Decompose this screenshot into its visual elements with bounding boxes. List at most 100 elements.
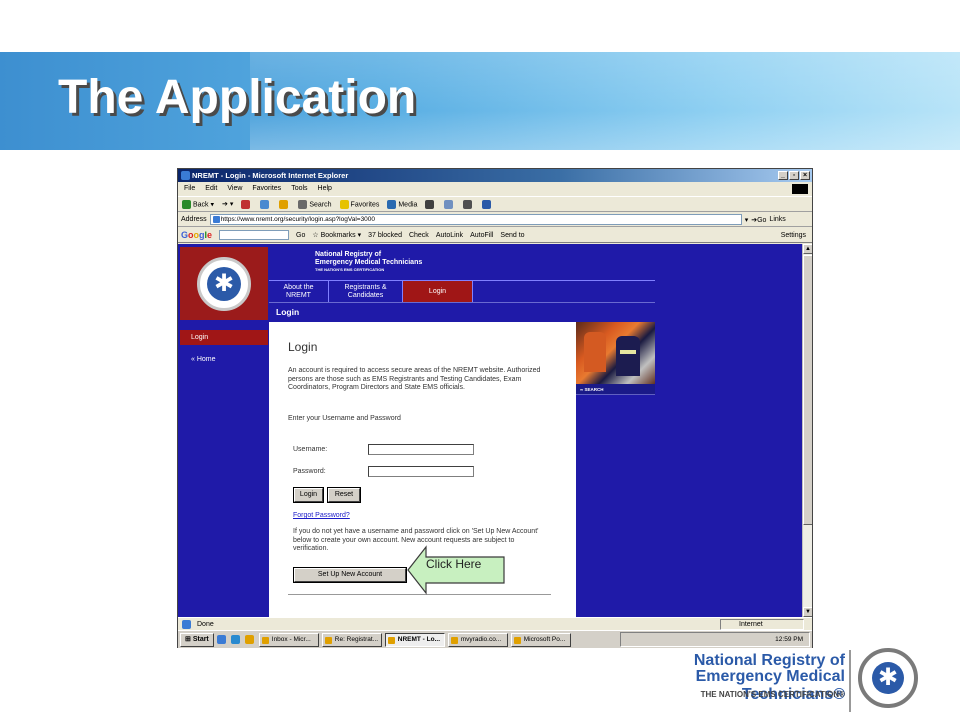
menu-help[interactable]: Help [318,183,332,195]
page-icon [182,619,191,629]
minimize-button[interactable]: _ [778,171,788,180]
click-here-callout: Click Here [407,543,509,602]
forward-button[interactable]: ➔ ▾ [222,200,233,208]
history-icon[interactable] [425,199,435,209]
taskbar-powerpoint[interactable]: Microsoft Po... [510,632,571,647]
brand-tagline: THE NATION'S EMS CERTIFICATION® [700,690,845,699]
callout-text: Click Here [426,557,482,571]
star-icon [339,199,349,209]
google-go-button[interactable]: Go [296,232,305,239]
standard-toolbar: Back ▾ ➔ ▾ Search Favorites Media [178,196,812,212]
back-arrow-icon [182,199,191,209]
favorites-button[interactable]: Favorites [339,199,379,209]
start-button[interactable]: ⊞ Start [180,632,214,647]
media-button[interactable]: Media [387,199,417,209]
site-header-tagline: THE NATION'S EMS CERTIFICATION [315,267,385,272]
security-zone: Internet [720,619,804,630]
google-search-input[interactable] [219,230,290,240]
quicklaunch-outlook-icon[interactable] [244,635,254,644]
site-nav: About the NREMT Registrants & Candidates L… [269,280,655,302]
password-input[interactable] [368,466,474,477]
links-button[interactable]: Links [769,216,785,223]
reset-button[interactable]: Reset [327,487,361,503]
menu-bar: File Edit View Favorites Tools Help [178,183,812,195]
edit-icon[interactable] [482,199,492,209]
nav-spacer [473,280,655,302]
username-label: Username: [293,446,328,453]
status-bar: Done Internet [178,617,812,630]
back-button[interactable]: Back ▾ [182,199,214,209]
scroll-down-icon[interactable]: ▼ [803,607,812,617]
address-input[interactable]: https://www.nremt.org/security/login.asp… [209,214,742,225]
print-icon[interactable] [463,199,473,209]
quicklaunch-desktop-icon[interactable] [216,635,226,644]
brand-divider [849,650,851,712]
window-title: NREMT - Login - Microsoft Internet Explo… [192,171,349,180]
address-label: Address [181,216,207,223]
nav-about[interactable]: About the NREMT [269,280,329,302]
leftnav-login[interactable]: Login [180,330,268,345]
site-header-name: National Registry of Emergency Medical T… [315,251,423,266]
menu-edit[interactable]: Edit [205,183,217,195]
username-input[interactable] [368,444,474,455]
close-button[interactable]: × [800,171,810,180]
taskbar-mvyradio[interactable]: mvyradio.co... [447,632,508,647]
scroll-up-icon[interactable]: ▲ [803,244,812,254]
address-dropdown-icon[interactable]: ▾ [745,216,749,224]
autofill-button[interactable]: AutoFill [470,232,493,239]
nremt-logo-panel: ✱ [180,247,268,320]
window-controls: _ ▫ × [778,171,810,180]
popup-blocker-button[interactable]: 37 blocked [368,232,402,239]
nav-registrants[interactable]: Registrants & Candidates [329,280,403,302]
stop-icon[interactable] [241,199,251,209]
system-tray: 12:59 PM [620,632,810,647]
menu-favorites[interactable]: Favorites [252,183,281,195]
search-icon [298,199,308,209]
taskbar-inbox[interactable]: Inbox - Micr... [258,632,319,647]
nremt-seal-logo: ✱ [197,256,251,311]
section-title-bar: Login [269,302,655,321]
windows-flag-icon [792,184,808,194]
setup-new-account-button[interactable]: Set Up New Account [293,567,407,583]
search-button[interactable]: Search [298,199,332,209]
site-header: National Registry of Emergency Medical T… [269,247,655,280]
google-bookmarks-button[interactable]: ☆ Bookmarks ▾ [312,231,361,239]
intro-text: An account is required to access secure … [288,367,541,391]
menu-view[interactable]: View [227,183,242,195]
refresh-icon[interactable] [260,199,270,209]
go-button[interactable]: ➔Go [751,216,766,224]
menu-file[interactable]: File [184,183,195,195]
ie-icon [181,171,190,180]
mail-icon[interactable] [444,199,454,209]
nav-login[interactable]: Login [403,280,473,302]
nremt-seal-icon: ✱ [858,648,918,708]
windows-taskbar: ⊞ Start Inbox - Micr... Re: Registrat...… [178,630,812,648]
quicklaunch-ie-icon[interactable] [230,635,240,644]
maximize-button[interactable]: ▫ [789,171,799,180]
slide-title: The Application [58,71,417,124]
media-icon [387,199,397,209]
zone-label: Internet [739,621,763,628]
ems-photo [576,322,655,384]
vertical-scrollbar[interactable]: ▲ ▼ [802,244,812,617]
leftnav-home[interactable]: « Home [180,356,216,363]
scroll-thumb[interactable] [803,255,812,525]
google-settings-button[interactable]: Settings [781,232,806,239]
send-to-button[interactable]: Send to [500,232,524,239]
menu-tools[interactable]: Tools [291,183,307,195]
taskbar-registration[interactable]: Re: Registrat... [321,632,382,647]
forgot-password-link[interactable]: Forgot Password? [293,512,350,519]
taskbar-nremt[interactable]: NREMT - Lo... [384,632,445,647]
enter-credentials-text: Enter your Username and Password [288,415,401,422]
password-label: Password: [293,468,326,475]
spell-check-button[interactable]: Check [409,232,429,239]
window-titlebar: NREMT - Login - Microsoft Internet Explo… [178,169,812,182]
autolink-button[interactable]: AutoLink [436,232,463,239]
home-icon[interactable] [279,199,289,209]
google-logo: Google [181,230,213,240]
content-title: Login [288,340,318,354]
clock: 12:59 PM [775,636,803,643]
address-bar: Address https://www.nremt.org/security/l… [178,213,812,227]
search-link[interactable]: ∞ SEARCH [576,384,655,395]
login-button[interactable]: Login [293,487,324,503]
